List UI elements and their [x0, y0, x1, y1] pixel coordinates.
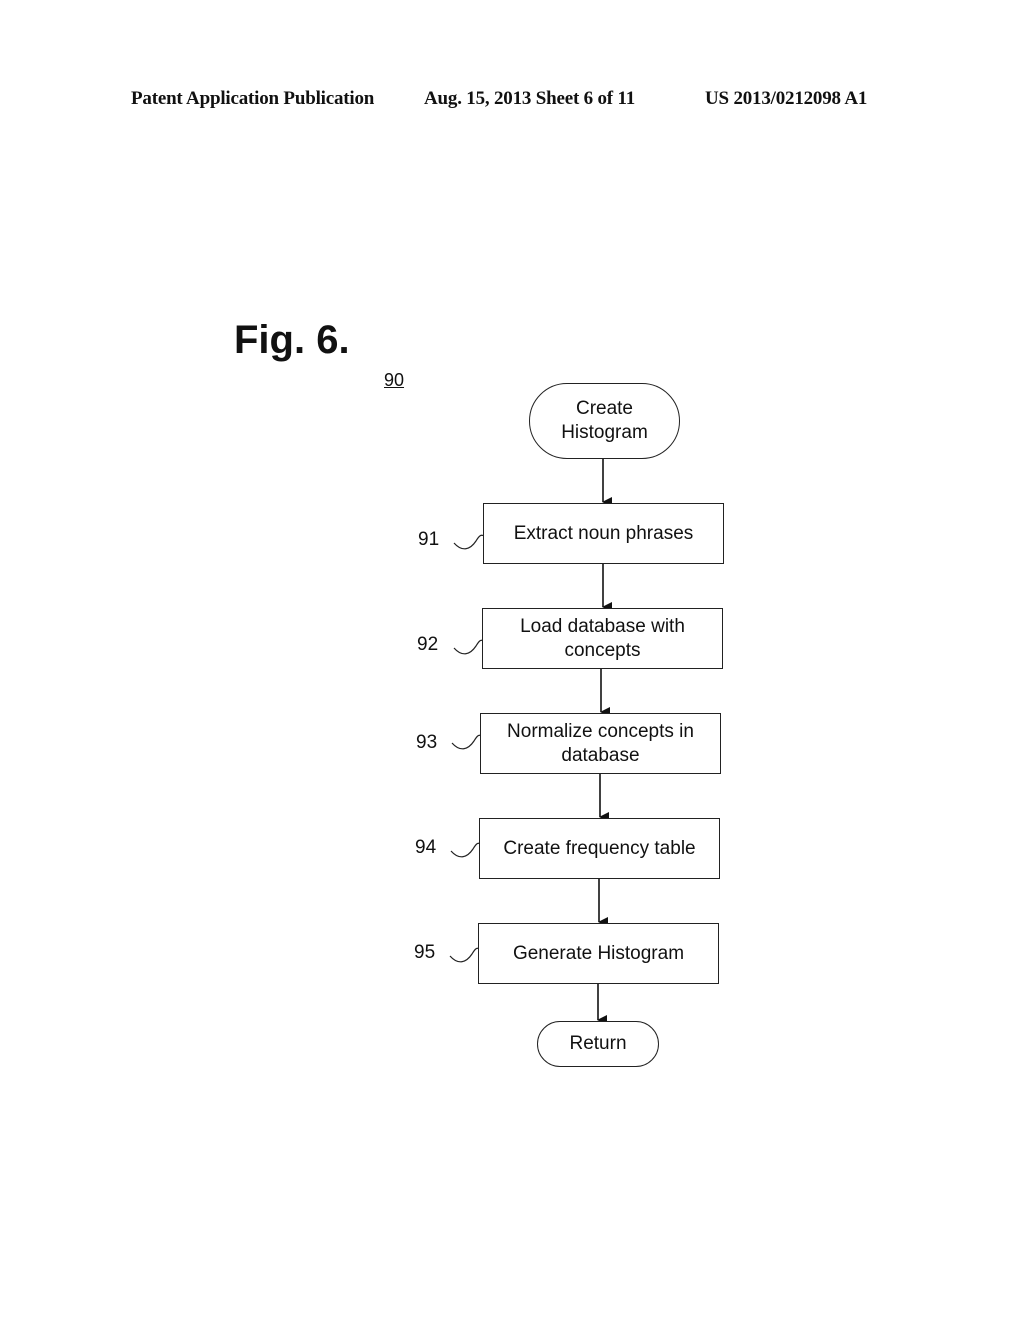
end-terminal: Return: [537, 1021, 659, 1067]
date-sheet-label: Aug. 15, 2013 Sheet 6 of 11: [424, 88, 635, 109]
step-ref-92: 92: [417, 634, 439, 655]
step-load-database: Load database with concepts: [482, 608, 723, 669]
leader-92: [453, 639, 484, 655]
step-ref-95: 95: [414, 942, 436, 963]
publication-label: Patent Application Publication: [131, 88, 375, 109]
step-generate-histogram: Generate Histogram: [478, 923, 719, 984]
figure-reference: 90: [384, 370, 405, 390]
leader-93: [451, 734, 482, 750]
step-ref-94: 94: [415, 837, 437, 858]
leader-95: [449, 947, 480, 963]
patent-number: US 2013/0212098 A1: [705, 88, 868, 109]
figure-title: Fig. 6.: [234, 318, 350, 362]
step-ref-93: 93: [416, 732, 438, 753]
start-terminal: Create Histogram: [529, 383, 680, 459]
step-normalize-concepts: Normalize concepts in database: [480, 713, 721, 774]
leader-94: [450, 842, 481, 858]
step-ref-91: 91: [418, 529, 440, 550]
leader-91: [453, 534, 485, 550]
step-extract-noun-phrases: Extract noun phrases: [483, 503, 724, 564]
step-create-frequency-table: Create frequency table: [479, 818, 720, 879]
